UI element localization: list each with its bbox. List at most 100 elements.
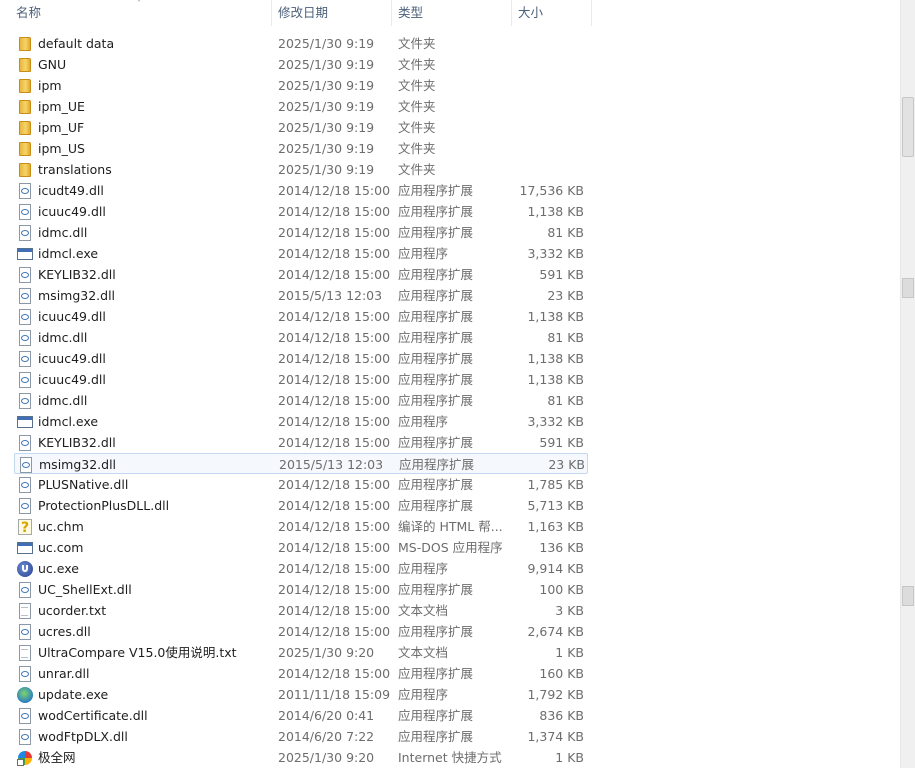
file-row[interactable]: uc.chm 2014/12/18 15:00 编译的 HTML 帮... 1,163… [14,516,588,537]
file-name: icuuc49.dll [38,372,106,387]
file-name: idmc.dll [38,225,88,240]
file-name: idmcl.exe [38,246,99,261]
file-size: 3,332 KB [527,414,584,429]
file-type: 应用程序 [398,414,449,429]
file-row[interactable]: KEYLIB32.dll 2014/12/18 15:00 应用程序扩展 591 KB [14,264,588,285]
file-row[interactable]: 极全网 2025/1/30 9:20 Internet 快捷方式 1 KB [14,747,588,768]
file-row[interactable]: msimg32.dll 2015/5/13 12:03 应用程序扩展 23 KB [14,453,588,474]
file-row[interactable]: ipm_US 2025/1/30 9:19 文件夹 [14,138,588,159]
file-row[interactable]: unrar.dll 2014/12/18 15:00 应用程序扩展 160 KB [14,663,588,684]
file-row[interactable]: ipm_UF 2025/1/30 9:19 文件夹 [14,117,588,138]
file-row[interactable]: UC_ShellExt.dll 2014/12/18 15:00 应用程序扩展 100… [14,579,588,600]
file-row[interactable]: idmcl.exe 2014/12/18 15:00 应用程序 3,332 KB [14,243,588,264]
file-name: wodFtpDLX.dll [38,729,128,744]
file-name: idmcl.exe [38,414,99,429]
file-date-modified: 2014/12/18 15:00 [278,309,391,324]
file-size: 160 KB [539,666,584,681]
dll-file-icon [17,666,33,682]
file-type: 应用程序扩展 [398,267,474,282]
file-type: 应用程序扩展 [398,624,474,639]
file-type: 应用程序扩展 [398,582,474,597]
file-type: 文件夹 [398,99,436,114]
scrollbar-thumb[interactable] [902,97,914,157]
file-row[interactable]: idmc.dll 2014/12/18 15:00 应用程序扩展 81 KB [14,327,588,348]
file-date-modified: 2014/12/18 15:00 [278,183,391,198]
file-size: 17,536 KB [519,183,584,198]
file-row[interactable]: ipm_UE 2025/1/30 9:19 文件夹 [14,96,588,117]
folder-icon [17,36,33,52]
file-row[interactable]: icuuc49.dll 2014/12/18 15:00 应用程序扩展 1,138 K… [14,369,588,390]
file-size [504,117,584,138]
file-row[interactable]: update.exe 2011/11/18 15:09 应用程序 1,792 KB [14,684,588,705]
file-row[interactable]: icuuc49.dll 2014/12/18 15:00 应用程序扩展 1,138 K… [14,348,588,369]
file-type: 应用程序扩展 [398,183,474,198]
file-row[interactable]: uc.com 2014/12/18 15:00 MS-DOS 应用程序 136 KB [14,537,588,558]
file-type: 应用程序扩展 [398,393,474,408]
file-size: 1 KB [555,750,584,765]
file-type: 应用程序扩展 [399,457,475,472]
dll-file-icon [17,204,33,220]
file-row[interactable]: KEYLIB32.dll 2014/12/18 15:00 应用程序扩展 591 KB [14,432,588,453]
file-name: msimg32.dll [39,457,117,472]
file-row[interactable]: ucres.dll 2014/12/18 15:00 应用程序扩展 2,674 KB [14,621,588,642]
file-name: icuuc49.dll [38,351,106,366]
file-row[interactable]: default data 2025/1/30 9:19 文件夹 [14,33,588,54]
column-header-name[interactable]: 名称 [10,0,272,26]
file-row[interactable]: msimg32.dll 2015/5/13 12:03 应用程序扩展 23 KB [14,285,588,306]
file-name: ipm_UF [38,120,85,135]
vertical-scrollbar[interactable] [900,0,915,768]
file-date-modified: 2014/12/18 15:00 [278,246,391,261]
dll-file-icon [18,457,34,473]
file-size: 1,792 KB [527,687,584,702]
file-row[interactable]: ipm 2025/1/30 9:19 文件夹 [14,75,588,96]
file-row[interactable]: translations 2025/1/30 9:19 文件夹 [14,159,588,180]
file-name: uc.exe [38,561,79,576]
dll-file-icon [17,393,33,409]
file-size [504,54,584,75]
file-date-modified: 2025/1/30 9:19 [278,120,375,135]
file-size: 9,914 KB [527,561,584,576]
file-row[interactable]: PLUSNative.dll 2014/12/18 15:00 应用程序扩展 1,78… [14,474,588,495]
file-row[interactable]: idmc.dll 2014/12/18 15:00 应用程序扩展 81 KB [14,390,588,411]
column-header-type[interactable]: 类型 [392,0,512,26]
file-type: 应用程序 [398,561,449,576]
file-row[interactable]: idmcl.exe 2014/12/18 15:00 应用程序 3,332 KB [14,411,588,432]
file-name: wodCertificate.dll [38,708,148,723]
file-type: 文件夹 [398,78,436,93]
file-row[interactable]: uc.exe 2014/12/18 15:00 应用程序 9,914 KB [14,558,588,579]
file-row[interactable]: icudt49.dll 2014/12/18 15:00 应用程序扩展 17,536 … [14,180,588,201]
file-date-modified: 2014/12/18 15:00 [278,498,391,513]
file-date-modified: 2014/12/18 15:00 [278,351,391,366]
dll-file-icon [17,309,33,325]
dll-file-icon [17,183,33,199]
file-row[interactable]: wodFtpDLX.dll 2014/6/20 7:22 应用程序扩展 1,374 K… [14,726,588,747]
file-size: 1,138 KB [527,351,584,366]
file-date-modified: 2014/12/18 15:00 [278,330,391,345]
file-type: 应用程序扩展 [398,477,474,492]
file-row[interactable]: UltraCompare V15.0使用说明.txt 2025/1/30 9:20… [14,642,588,663]
file-type: 应用程序扩展 [398,666,474,681]
file-row[interactable]: ProtectionPlusDLL.dll 2014/12/18 15:00 应用程… [14,495,588,516]
uc-app-icon [17,561,33,577]
file-row[interactable]: wodCertificate.dll 2014/6/20 0:41 应用程序扩展 83… [14,705,588,726]
dll-file-icon [17,267,33,283]
folder-icon [17,141,33,157]
file-name: PLUSNative.dll [38,477,129,492]
file-row[interactable]: GNU 2025/1/30 9:19 文件夹 [14,54,588,75]
column-header-size[interactable]: 大小 [512,0,592,26]
file-row[interactable]: icuuc49.dll 2014/12/18 15:00 应用程序扩展 1,138 K… [14,201,588,222]
folder-icon [17,120,33,136]
file-row[interactable]: icuuc49.dll 2014/12/18 15:00 应用程序扩展 1,138 K… [14,306,588,327]
file-name: idmc.dll [38,330,88,345]
file-row[interactable]: idmc.dll 2014/12/18 15:00 应用程序扩展 81 KB [14,222,588,243]
file-row[interactable]: ucorder.txt 2014/12/18 15:00 文本文档 3 KB [14,600,588,621]
folder-icon [17,99,33,115]
file-type: 应用程序扩展 [398,288,474,303]
file-name: uc.com [38,540,84,555]
file-name: 极全网 [38,750,76,765]
file-size: 23 KB [548,457,585,472]
file-date-modified: 2014/12/18 15:00 [278,582,391,597]
file-size: 836 KB [539,708,584,723]
column-header-date-modified[interactable]: 修改日期 [272,0,392,26]
file-type: 应用程序扩展 [398,309,474,324]
